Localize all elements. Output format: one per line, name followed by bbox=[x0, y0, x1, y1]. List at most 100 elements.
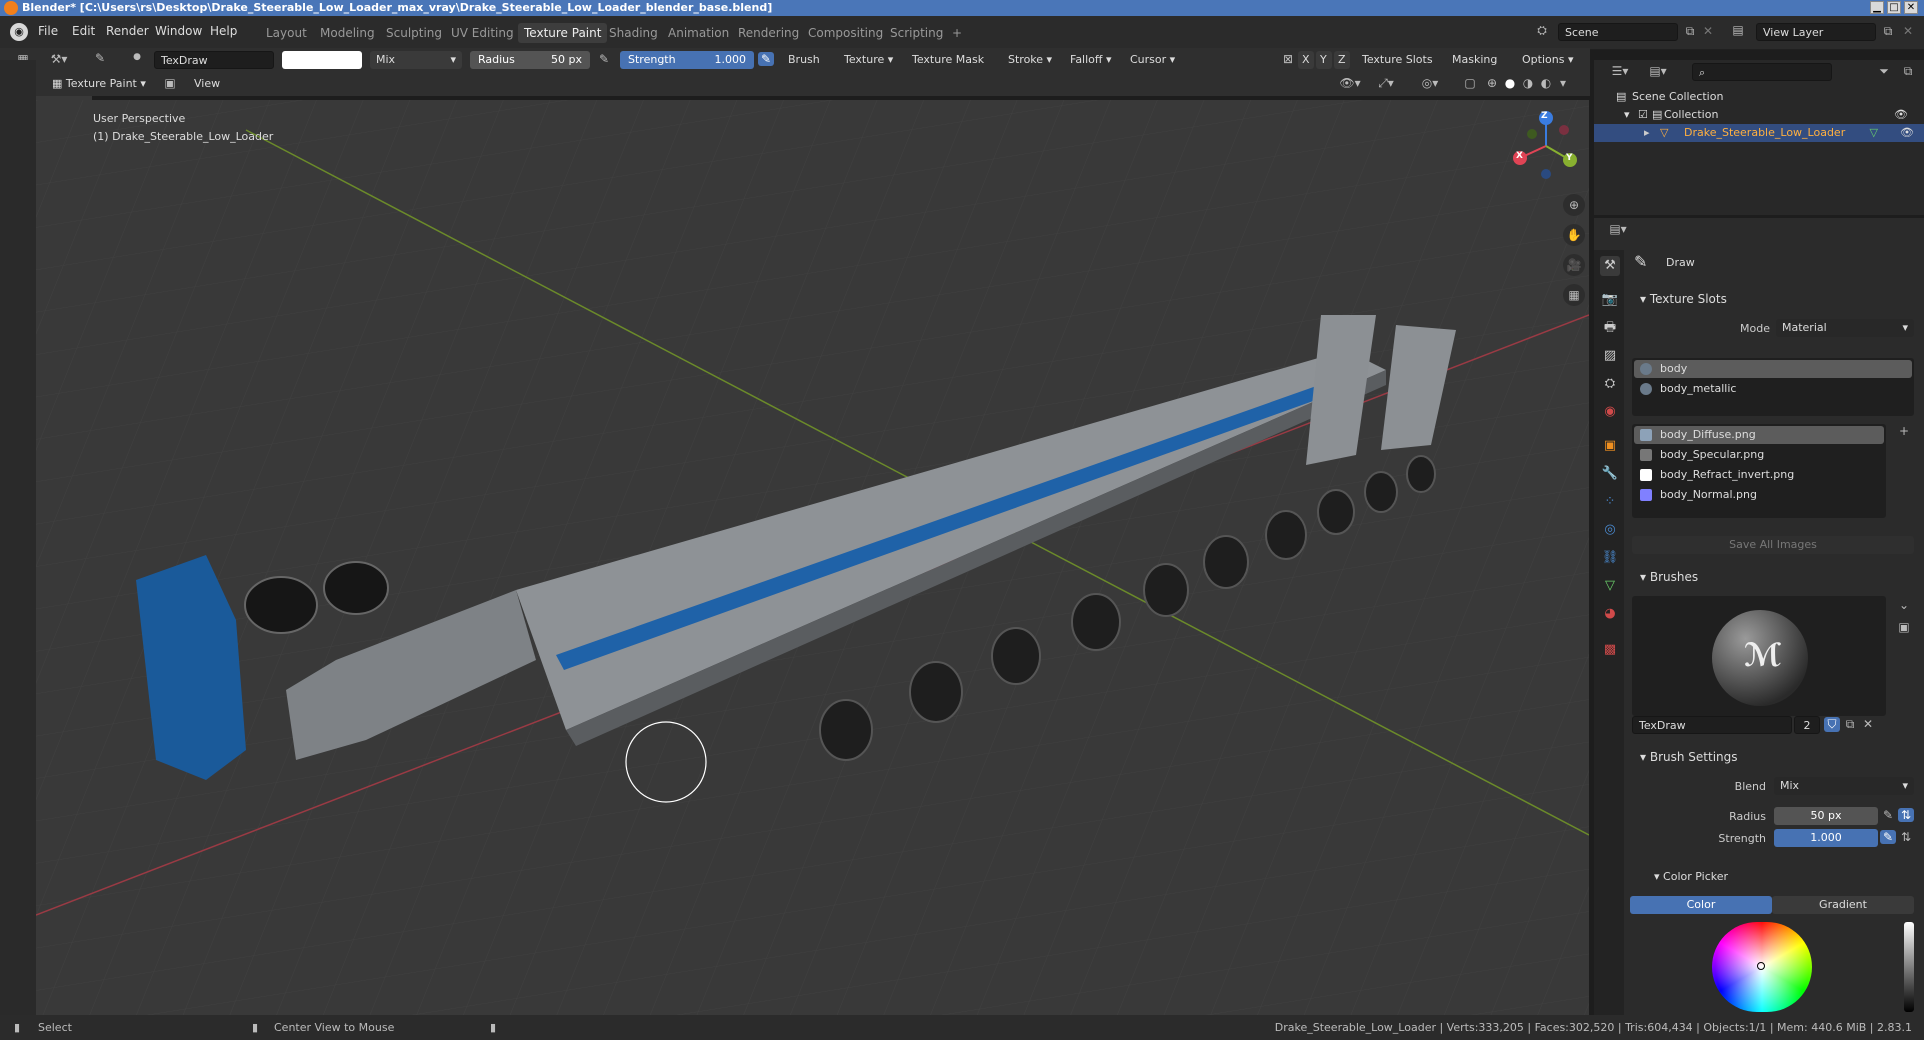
expand-arrow-icon[interactable]: ▾ bbox=[1624, 106, 1630, 124]
brush-menu-chevron-icon[interactable]: ⌄ bbox=[1896, 598, 1912, 612]
constraints-tab-icon[interactable]: ⛓ bbox=[1600, 548, 1620, 568]
menu-file[interactable]: File bbox=[38, 24, 58, 38]
texture-mask-menu[interactable]: Texture Mask ▾ bbox=[906, 51, 996, 84]
color-tab[interactable]: Color bbox=[1630, 896, 1772, 914]
physics-tab-icon[interactable]: ◎ bbox=[1600, 520, 1620, 540]
material-item-body[interactable]: body bbox=[1634, 360, 1912, 378]
particles-tab-icon[interactable]: ⁘ bbox=[1600, 492, 1620, 512]
menu-edit[interactable]: Edit bbox=[72, 24, 95, 38]
value-slider[interactable] bbox=[1904, 922, 1914, 1012]
color-wheel[interactable] bbox=[1712, 922, 1812, 1012]
mirror-x-toggle[interactable]: X bbox=[1298, 51, 1314, 69]
blender-menu-icon[interactable]: ◉ bbox=[10, 23, 28, 41]
tool-tab-icon[interactable]: ⚒ bbox=[1600, 256, 1620, 276]
wireframe-shading-icon[interactable]: ⊕ bbox=[1484, 76, 1500, 90]
shading-options-icon[interactable]: ▾ bbox=[1556, 76, 1570, 90]
strength-pressure-icon[interactable]: ✎ bbox=[758, 52, 774, 66]
perspective-toggle-icon[interactable]: ▦ bbox=[1563, 284, 1585, 306]
xray-icon[interactable]: ▢ bbox=[1462, 76, 1478, 90]
paint-mask-icon[interactable]: ▣ bbox=[162, 76, 178, 90]
falloff-menu[interactable]: Falloff ▾ bbox=[1064, 51, 1120, 69]
outliner-editor-icon[interactable]: ☰▾ bbox=[1608, 64, 1632, 78]
brush-blend-dropdown[interactable]: Mix ▾ bbox=[1774, 777, 1914, 795]
brush-preview[interactable]: ℳ bbox=[1632, 596, 1886, 716]
outliner-scene-collection[interactable]: ▤ Scene Collection bbox=[1614, 88, 1914, 106]
object-tab-icon[interactable]: ▣ bbox=[1600, 436, 1620, 456]
image-slot-normal[interactable]: body_Normal.png bbox=[1634, 486, 1884, 504]
mirror-z-toggle[interactable]: Z bbox=[1334, 51, 1350, 69]
navigation-gizmo[interactable]: Z X Y bbox=[1506, 106, 1586, 186]
scene-field[interactable]: Scene bbox=[1558, 23, 1678, 41]
new-scene-icon[interactable]: ⧉ bbox=[1682, 24, 1698, 39]
texture-tab-icon[interactable]: ▩ bbox=[1600, 640, 1620, 660]
mode-dropdown[interactable]: ▦ Texture Paint ▾ bbox=[46, 75, 154, 93]
render-tab-icon[interactable]: 📷 bbox=[1600, 290, 1620, 310]
outliner-object[interactable]: ▸ ▽ Drake_Steerable_Low_Loader ▽ 👁 bbox=[1594, 124, 1924, 142]
view-layer-icon[interactable]: ▤ bbox=[1728, 23, 1748, 37]
unlink-brush-icon[interactable]: ✕ bbox=[1860, 717, 1876, 731]
radius-pressure-icon[interactable]: ✎ bbox=[596, 52, 612, 66]
menu-render[interactable]: Render bbox=[106, 24, 149, 38]
slot-mode-dropdown[interactable]: Material ▾ bbox=[1776, 319, 1914, 337]
menu-window[interactable]: Window bbox=[155, 24, 202, 38]
fake-user-shield-icon[interactable]: ⛉ bbox=[1824, 717, 1840, 732]
texture-slots-menu[interactable]: Texture Slots ▾ bbox=[1356, 51, 1442, 84]
strength-pressure-icon[interactable]: ✎ bbox=[1880, 830, 1896, 844]
tab-modeling[interactable]: Modeling bbox=[314, 23, 381, 43]
brushes-panel-header[interactable]: ▾ Brushes bbox=[1628, 566, 1918, 588]
tab-animation[interactable]: Animation bbox=[662, 23, 735, 43]
pan-hand-icon[interactable]: ✋ bbox=[1563, 224, 1585, 246]
modifier-tab-icon[interactable]: 🔧 bbox=[1600, 464, 1620, 484]
brush-name-field[interactable]: TexDraw bbox=[154, 51, 274, 69]
strength-slider[interactable]: Strength 1.000 bbox=[620, 51, 754, 69]
menu-help[interactable]: Help bbox=[210, 24, 237, 38]
outliner-collection[interactable]: ▾ ☑ ▤ Collection 👁 bbox=[1622, 106, 1918, 124]
duplicate-brush-icon[interactable]: ⧉ bbox=[1842, 717, 1858, 732]
brush-menu[interactable]: Brush ▾ bbox=[782, 51, 834, 84]
material-shading-icon[interactable]: ◑ bbox=[1520, 76, 1536, 90]
scene-icon[interactable]: ⛭ bbox=[1532, 23, 1552, 38]
brush-image-icon[interactable]: ▣ bbox=[1896, 620, 1912, 634]
tab-sculpting[interactable]: Sculpting bbox=[380, 23, 448, 43]
strength-unit-icon[interactable]: ⇅ bbox=[1898, 830, 1914, 844]
tab-compositing[interactable]: Compositing bbox=[802, 23, 889, 43]
maximize-button[interactable]: □ bbox=[1887, 1, 1901, 14]
brush-strength-slider[interactable]: 1.000 bbox=[1774, 829, 1878, 847]
new-view-layer-icon[interactable]: ⧉ bbox=[1880, 24, 1896, 39]
data-tab-icon[interactable]: ▽ bbox=[1600, 576, 1620, 596]
add-slot-icon[interactable]: + bbox=[1896, 424, 1912, 438]
gizmo-toggle-icon[interactable]: ⤢▾ bbox=[1372, 76, 1400, 91]
expand-arrow-icon[interactable]: ▸ bbox=[1644, 124, 1650, 142]
brush-color-swatch[interactable] bbox=[282, 51, 362, 69]
view-menu[interactable]: View bbox=[188, 75, 228, 93]
texture-slots-panel-header[interactable]: ▾ Texture Slots bbox=[1628, 288, 1918, 310]
delete-view-layer-icon[interactable]: ✕ bbox=[1900, 24, 1916, 38]
minimize-button[interactable]: ▁ bbox=[1870, 1, 1884, 14]
eye-icon[interactable]: 👁 bbox=[1900, 124, 1914, 142]
gradient-tab[interactable]: Gradient bbox=[1772, 896, 1914, 914]
world-tab-icon[interactable]: ◉ bbox=[1600, 402, 1620, 422]
radius-unit-icon[interactable]: ⇅ bbox=[1898, 808, 1914, 822]
brush-settings-panel-header[interactable]: ▾ Brush Settings bbox=[1628, 746, 1918, 768]
viewport-3d[interactable]: User Perspective (1) Drake_Steerable_Low… bbox=[36, 100, 1589, 1015]
cursor-menu[interactable]: Cursor ▾ bbox=[1124, 51, 1182, 69]
save-all-images-button[interactable]: Save All Images bbox=[1632, 536, 1914, 554]
blend-mode-dropdown[interactable]: Mix ▾ bbox=[370, 51, 462, 69]
radius-pressure-icon[interactable]: ✎ bbox=[1880, 808, 1896, 822]
material-item-body-metallic[interactable]: body_metallic bbox=[1634, 380, 1912, 398]
add-workspace-button[interactable]: + bbox=[946, 23, 968, 43]
material-tab-icon[interactable]: ◕ bbox=[1600, 604, 1620, 624]
tab-texture-paint[interactable]: Texture Paint bbox=[518, 23, 608, 43]
view-layer-field[interactable]: View Layer bbox=[1756, 23, 1876, 41]
mirror-y-toggle[interactable]: Y bbox=[1316, 51, 1332, 69]
new-collection-icon[interactable]: ⧉ bbox=[1900, 64, 1916, 79]
properties-editor-icon[interactable]: ▤▾ bbox=[1606, 222, 1630, 236]
options-menu[interactable]: Options ▾ bbox=[1516, 51, 1582, 69]
image-slot-diffuse[interactable]: body_Diffuse.png bbox=[1634, 426, 1884, 444]
outliner-search-input[interactable]: ⌕ bbox=[1692, 63, 1832, 81]
display-mode-icon[interactable]: ▤▾ bbox=[1646, 64, 1670, 78]
fake-user-icon[interactable]: ● bbox=[130, 52, 144, 62]
brush-datablock-name[interactable]: TexDraw bbox=[1632, 716, 1792, 734]
checkbox-icon[interactable]: ☑ bbox=[1638, 106, 1648, 124]
tab-scripting[interactable]: Scripting bbox=[884, 23, 949, 43]
